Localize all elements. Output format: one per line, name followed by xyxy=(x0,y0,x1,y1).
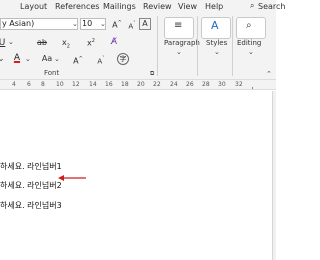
styles-label: Styles xyxy=(206,39,228,47)
page-right-edge xyxy=(272,91,276,260)
grow-font-2-icon[interactable]: A^ xyxy=(72,54,84,67)
separator-3 xyxy=(232,16,233,76)
paragraph-label: Paragraph xyxy=(164,39,200,47)
horizontal-ruler[interactable]: 4 6 8 10 12 14 16 18 20 22 24 26 28 30 3… xyxy=(0,80,276,90)
underline-dropdown-icon[interactable]: ⌄ xyxy=(8,38,14,46)
menu-bar: Layout References Mailings Review View H… xyxy=(0,0,285,14)
menu-tab-help[interactable]: Help xyxy=(205,2,223,11)
paragraph-icon: ≡ xyxy=(174,20,183,31)
paragraph-dropdown-icon[interactable]: ⌄ xyxy=(176,48,182,56)
highlight-dropdown-icon[interactable]: ⌄ xyxy=(0,54,5,64)
subscript-icon[interactable]: x2 xyxy=(60,38,72,52)
font-size-dropdown-icon[interactable]: ⌄ xyxy=(100,20,106,28)
ruler-tick: 26 xyxy=(186,81,194,88)
font-name-value: y Asian) xyxy=(2,19,35,28)
shrink-font-2-icon[interactable]: Aˇ xyxy=(95,54,107,66)
separator-2 xyxy=(197,16,198,76)
menu-tab-view[interactable]: View xyxy=(178,2,197,11)
ruler-tick: 10 xyxy=(56,81,64,88)
ruler-tick: 16 xyxy=(105,81,113,88)
editing-label: Editing xyxy=(237,39,262,47)
ruler-tick: 22 xyxy=(153,81,161,88)
menu-tab-layout[interactable]: Layout xyxy=(20,2,47,11)
document-page[interactable]: 하세요. 라인넘버1 하세요. 라인넘버2 하세요. 라인넘버3 xyxy=(0,91,276,260)
change-case-icon[interactable]: Aa xyxy=(40,54,54,64)
text-effects-icon[interactable]: A xyxy=(139,18,151,30)
ruler-tick: 32 xyxy=(235,81,243,88)
change-case-dropdown-icon[interactable]: ⌄ xyxy=(54,55,60,63)
font-name-combobox[interactable]: y Asian) xyxy=(0,18,78,30)
menu-tab-mailings[interactable]: Mailings xyxy=(103,2,136,11)
red-arrow-annotation xyxy=(58,175,86,181)
font-size-value: 10 xyxy=(82,19,93,28)
ruler-tick: 12 xyxy=(72,81,80,88)
ruler-tick: 14 xyxy=(89,81,97,88)
search-box[interactable]: ⌕ Search xyxy=(250,1,285,13)
document-line-1[interactable]: 하세요. 라인넘버1 xyxy=(0,161,62,172)
strikethrough-icon[interactable]: ab xyxy=(36,38,48,48)
ruler-tick: 4 xyxy=(12,81,16,88)
editing-dropdown-icon[interactable]: ⌄ xyxy=(248,48,254,56)
grow-font-icon[interactable]: A^ xyxy=(110,18,124,31)
clear-formatting-icon[interactable]: A̸ xyxy=(108,37,120,47)
font-color-icon[interactable]: A xyxy=(12,53,22,63)
menu-tab-review[interactable]: Review xyxy=(143,2,172,11)
ruler-tick: 20 xyxy=(137,81,145,88)
separator-1 xyxy=(157,16,158,76)
ruler-indent-marker[interactable] xyxy=(252,87,253,89)
ruler-tick: 24 xyxy=(170,81,178,88)
ruler-tick: 30 xyxy=(218,81,226,88)
ribbon: y Asian) ⌄ 10 ⌄ A^ Aˇ A U ⌄ ab x2 x2 A̸ … xyxy=(0,14,276,80)
enclose-characters-icon[interactable]: 字 xyxy=(117,53,129,65)
editing-button[interactable]: ⌕ xyxy=(236,17,266,39)
document-line-2[interactable]: 하세요. 라인넘버2 xyxy=(0,180,62,191)
superscript-icon[interactable]: x2 xyxy=(85,36,97,49)
ruler-tick: 28 xyxy=(202,81,210,88)
ruler-tick: 6 xyxy=(27,81,31,88)
collapse-ribbon-icon[interactable]: ⌃ xyxy=(266,70,272,78)
search-label: Search xyxy=(258,2,286,11)
paragraph-button[interactable]: ≡ xyxy=(164,17,194,39)
font-dialog-launcher-icon[interactable]: ⧉ xyxy=(150,70,154,78)
shrink-font-icon[interactable]: Aˇ xyxy=(126,19,138,31)
document-line-3[interactable]: 하세요. 라인넘버3 xyxy=(0,200,62,211)
styles-dropdown-icon[interactable]: ⌄ xyxy=(214,48,220,56)
styles-button[interactable]: A xyxy=(201,17,231,39)
menu-tab-references[interactable]: References xyxy=(55,2,99,11)
font-name-dropdown-icon[interactable]: ⌄ xyxy=(72,20,78,28)
styles-icon: A xyxy=(211,19,219,32)
ruler-tick: 18 xyxy=(121,81,129,88)
search-icon: ⌕ xyxy=(250,1,255,10)
font-color-dropdown-icon[interactable]: ⌄ xyxy=(25,55,31,63)
ruler-tick: 8 xyxy=(41,81,45,88)
underline-icon-partial[interactable]: U xyxy=(0,38,6,48)
magnifier-icon: ⌕ xyxy=(246,20,252,31)
font-group-label: Font xyxy=(44,69,60,77)
